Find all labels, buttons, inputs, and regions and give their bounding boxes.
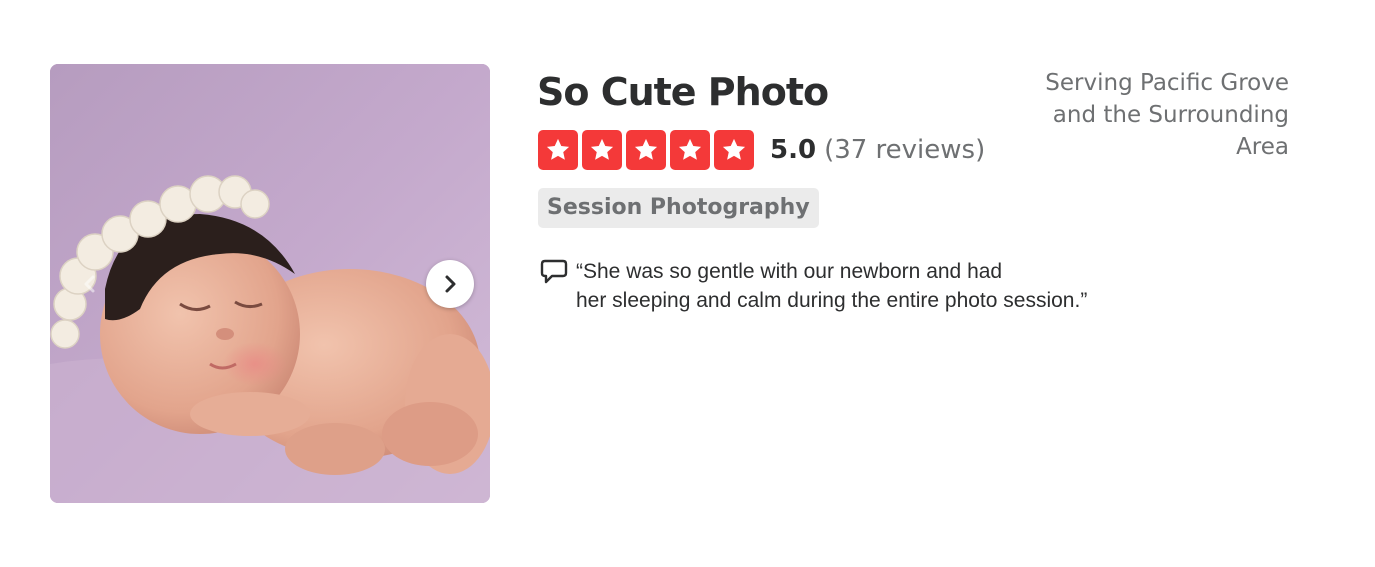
review-count-link[interactable]: (37 reviews) (824, 135, 985, 165)
chevron-left-icon (84, 275, 95, 293)
speech-bubble-icon (540, 259, 568, 284)
star-rating (538, 130, 754, 170)
carousel-previous-button[interactable] (66, 260, 114, 308)
carousel-next-button[interactable] (426, 260, 474, 308)
star-icon (538, 130, 578, 170)
star-icon (582, 130, 622, 170)
service-area-line: Serving Pacific Grove (1045, 70, 1289, 96)
business-card[interactable]: So Cute Photo 5.0 (37 reviews) Session P… (0, 0, 1375, 567)
service-area-line: Area (1236, 134, 1289, 160)
star-icon (670, 130, 710, 170)
service-area: Serving Pacific Grove and the Surroundin… (1009, 67, 1289, 163)
review-snippet-line: her sleeping and calm during the entire … (576, 289, 1088, 312)
service-area-line: and the Surrounding (1052, 102, 1289, 128)
star-icon (714, 130, 754, 170)
category-tag[interactable]: Session Photography (538, 188, 819, 228)
review-snippet[interactable]: “She was so gentle with our newborn and … (576, 257, 1087, 315)
business-name-link[interactable]: So Cute Photo (537, 68, 829, 116)
rating-summary: 5.0 (37 reviews) (770, 130, 985, 170)
star-icon (626, 130, 666, 170)
newborn-photo-image (50, 64, 490, 503)
business-photo[interactable] (50, 64, 490, 503)
review-snippet-line: “She was so gentle with our newborn and … (576, 260, 1003, 283)
rating-value: 5.0 (770, 135, 817, 165)
chevron-right-icon (445, 275, 456, 293)
